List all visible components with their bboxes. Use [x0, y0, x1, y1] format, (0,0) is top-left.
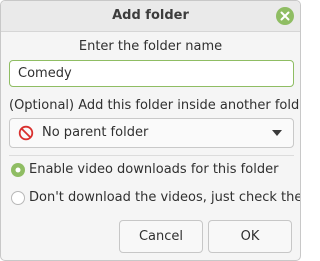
chevron-down-icon: [272, 130, 282, 136]
ok-button[interactable]: OK: [208, 220, 292, 253]
close-button[interactable]: [276, 7, 294, 25]
add-folder-dialog: Add folder Enter the folder name (Option…: [0, 0, 301, 261]
dialog-title: Add folder: [112, 8, 189, 23]
parent-folder-select[interactable]: No parent folder: [9, 118, 294, 148]
radio-enable-downloads-label: Enable video downloads for this folder: [29, 162, 279, 177]
radio-check-only-label: Don't download the videos, just check th…: [29, 190, 301, 205]
radio-selected-icon[interactable]: [11, 163, 25, 177]
cancel-button[interactable]: Cancel: [119, 220, 203, 253]
radio-unselected-icon[interactable]: [11, 191, 25, 205]
no-entry-icon: [18, 125, 34, 141]
folder-name-input[interactable]: [9, 60, 294, 87]
separator: [9, 155, 294, 156]
parent-folder-selected-value: No parent folder: [42, 125, 149, 140]
folder-name-prompt: Enter the folder name: [78, 39, 223, 54]
close-icon: [280, 11, 290, 21]
title-bar: Add folder: [1, 1, 300, 32]
parent-folder-label: (Optional) Add this folder inside anothe…: [9, 98, 301, 113]
